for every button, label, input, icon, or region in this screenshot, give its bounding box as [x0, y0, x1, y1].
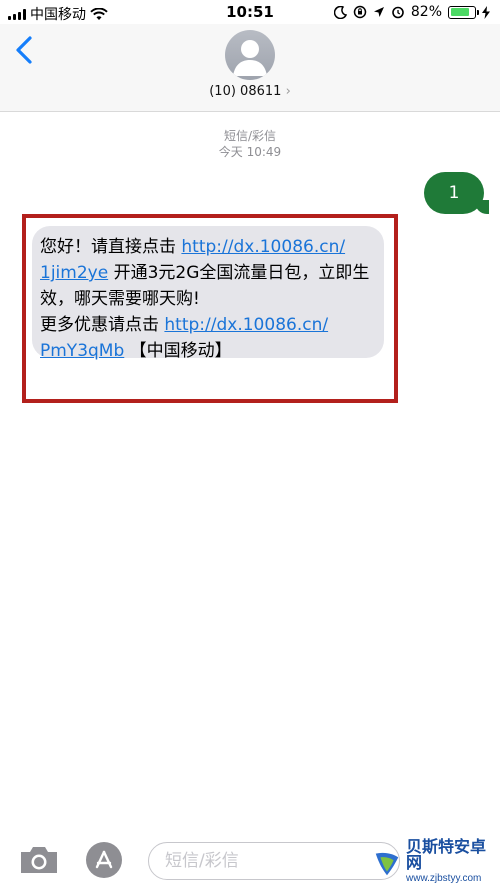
outgoing-message-bubble[interactable]: 1: [424, 172, 489, 214]
outgoing-message-text: 1: [448, 183, 460, 203]
back-button[interactable]: [12, 34, 36, 68]
alarm-icon: [392, 6, 404, 19]
message-timestamp: 短信/彩信 今天 10:49: [0, 128, 500, 160]
moon-icon: [333, 5, 347, 19]
charging-icon: [482, 5, 490, 19]
chevron-left-icon: [16, 36, 32, 64]
watermark-title: 贝斯特安卓网: [406, 837, 487, 872]
camera-icon: [21, 847, 57, 873]
timestamp-label: 今天 10:49: [218, 145, 282, 159]
contact-avatar[interactable]: [225, 30, 275, 80]
app-store-button[interactable]: [86, 842, 122, 878]
battery-percent: 82%: [410, 4, 442, 20]
person-icon: [233, 40, 267, 76]
status-right: 82%: [333, 4, 490, 20]
contact-name-button[interactable]: (10) 08611 ›: [0, 84, 500, 99]
highlight-box: [22, 214, 398, 403]
location-icon: [373, 7, 384, 17]
message-input[interactable]: [148, 842, 400, 880]
battery-icon: [448, 5, 479, 19]
app-store-icon: [95, 850, 113, 869]
rotation-lock-icon: [353, 5, 367, 19]
contact-number: (10) 08611: [209, 84, 282, 99]
conversation-header: (10) 08611 ›: [0, 24, 500, 112]
status-bar: 中国移动 10:51 82%: [0, 0, 500, 24]
camera-button[interactable]: [18, 844, 60, 876]
brand-logo-icon: [375, 852, 399, 876]
service-label: 短信/彩信: [223, 129, 277, 143]
battery-fill: [450, 8, 470, 16]
chevron-right-icon: ›: [285, 84, 291, 99]
watermark: 贝斯特安卓网 www.zjbstyy.com: [372, 837, 496, 884]
watermark-url: www.zjbstyy.com: [406, 873, 482, 884]
